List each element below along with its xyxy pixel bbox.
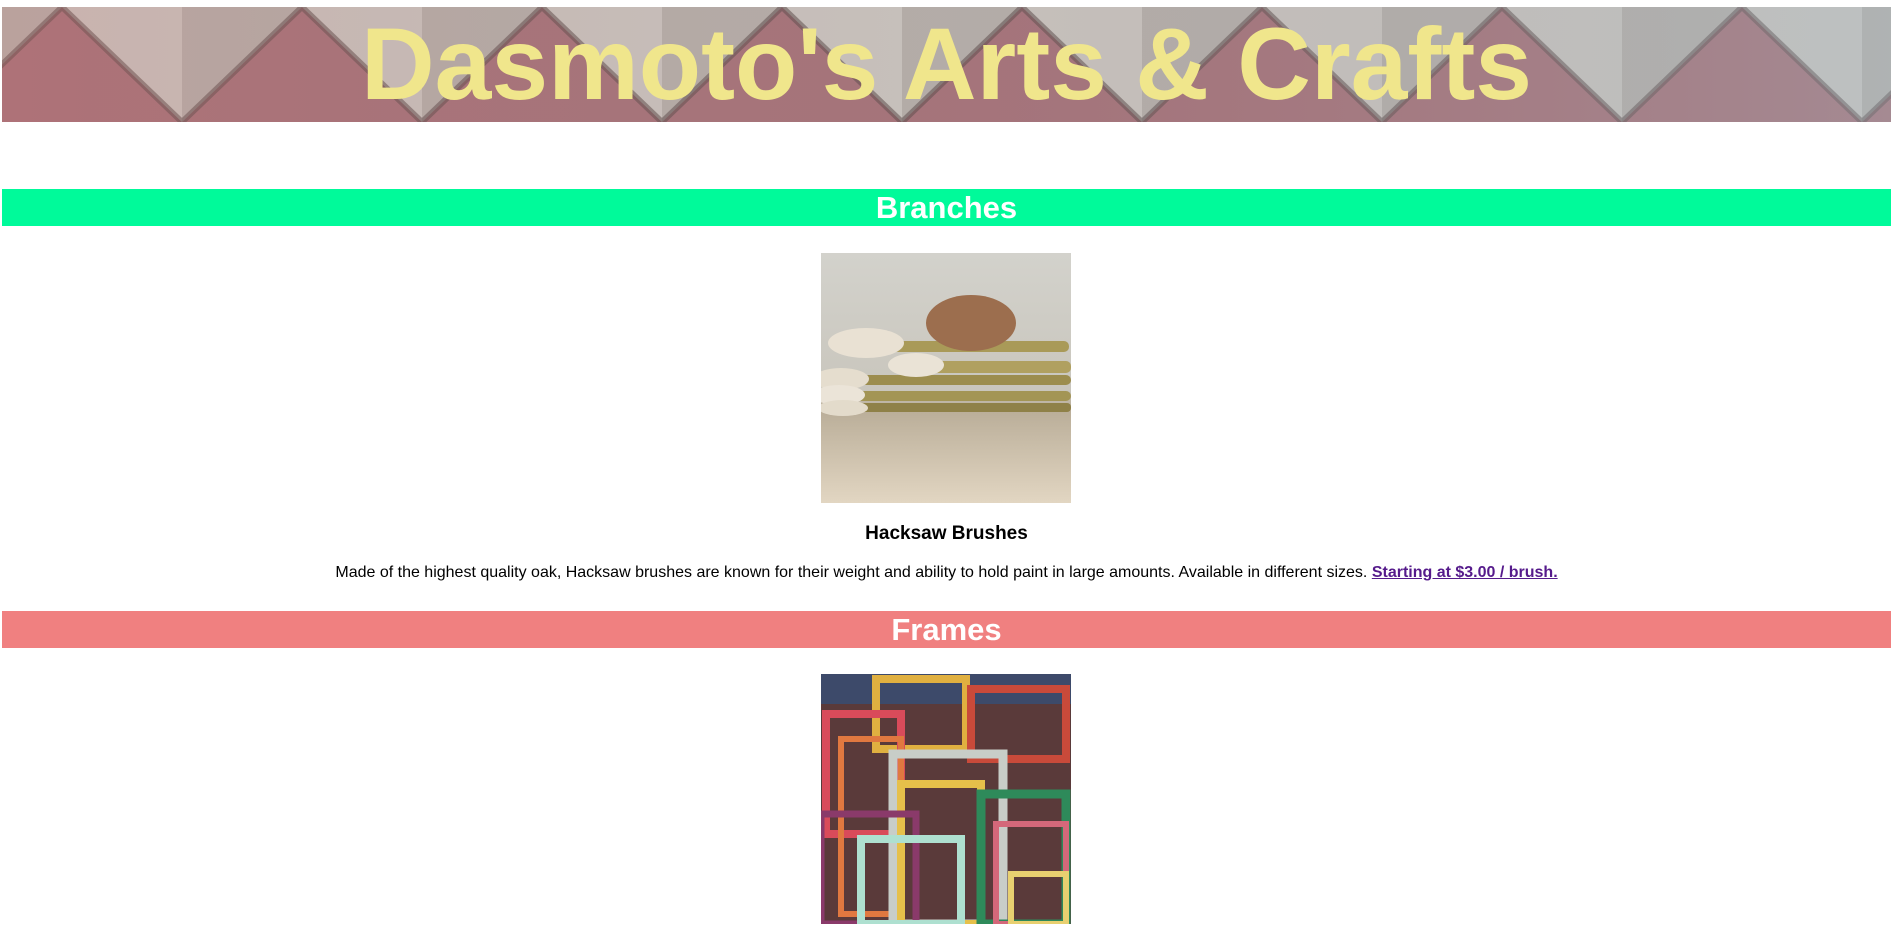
product-name-hacksaw-brushes: Hacksaw Brushes xyxy=(865,523,1028,544)
product-description-text: Made of the highest quality oak, Hacksaw… xyxy=(335,564,1368,581)
page: Dasmoto's Arts & Crafts Branches Hacksaw… xyxy=(0,0,1893,937)
site-title: Dasmoto's Arts & Crafts xyxy=(360,7,1533,121)
header-banner: Dasmoto's Arts & Crafts xyxy=(2,7,1891,122)
section-heading-branches: Branches xyxy=(2,189,1891,226)
section-heading-frames: Frames xyxy=(2,611,1891,648)
hacksaw-brushes-image xyxy=(821,253,1071,503)
product-description: Made of the highest quality oak, Hacksaw… xyxy=(0,564,1893,582)
frames-image xyxy=(821,674,1071,924)
price-link[interactable]: Starting at $3.00 / brush. xyxy=(1372,564,1558,581)
